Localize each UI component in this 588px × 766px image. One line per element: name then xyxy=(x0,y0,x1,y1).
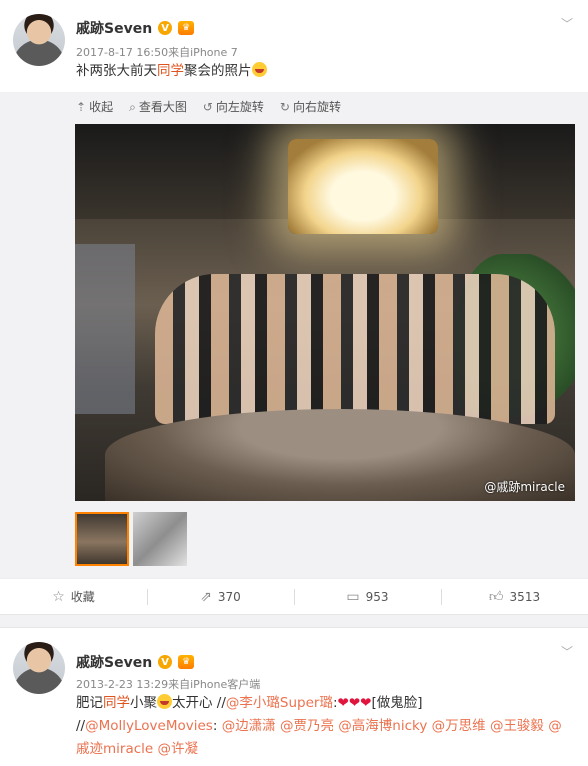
rotate-left-label: 向左旋转 xyxy=(215,100,264,114)
favorite-label: 收藏 xyxy=(70,590,95,604)
chevron-down-icon[interactable]: ﹀ xyxy=(558,642,576,660)
mention-link[interactable]: @许凝 xyxy=(158,741,199,757)
view-large-label: 查看大图 xyxy=(138,100,187,114)
post-text-part: 聚会的照片 xyxy=(184,63,252,79)
mention-link[interactable]: @边潇潇 xyxy=(222,718,276,734)
thumbnail-2[interactable] xyxy=(133,512,187,566)
rotate-left-button[interactable]: ↺ 向左旋转 xyxy=(203,98,264,115)
view-large-button[interactable]: ⌕ 查看大图 xyxy=(129,98,187,115)
mention-link[interactable]: @李小璐Super璐 xyxy=(226,695,333,711)
mention-link[interactable]: @MollyLoveMovies xyxy=(85,718,213,734)
post-text-part: 小聚 xyxy=(130,695,157,711)
repost-button[interactable]: ⇗ 370 xyxy=(147,579,294,614)
photo-watermark: @戚跡miracle xyxy=(484,480,565,494)
collapse-label: 收起 xyxy=(89,100,114,114)
rotate-right-label: 向右旋转 xyxy=(292,100,341,114)
star-icon: ☆ xyxy=(52,588,65,605)
thumbnail-strip xyxy=(75,512,187,566)
photo-window xyxy=(75,244,135,414)
weibo-post-1: 戚跡Seven V ♛ 2017-8-17 16:50来自iPhone 7 ﹀ … xyxy=(0,0,588,614)
post-text: 肥记同学小聚 太开心 //@李小璐Super璐:❤❤❤[做鬼脸] //@Molly… xyxy=(76,694,562,757)
post-text-part: // xyxy=(76,718,86,734)
laughing-emoji-icon xyxy=(251,62,267,77)
comment-button[interactable]: ▭ 953 xyxy=(294,579,441,614)
post-text-part: 太开心 // xyxy=(172,695,226,711)
zoom-icon: ⌕ xyxy=(129,100,136,114)
avatar[interactable] xyxy=(13,14,65,66)
author-name[interactable]: 戚跡Seven xyxy=(76,652,152,672)
heart-icon: ❤❤❤ xyxy=(337,695,372,711)
feed-divider xyxy=(0,614,588,628)
post-meta[interactable]: 2017-8-17 16:50来自iPhone 7 xyxy=(76,44,238,60)
repost-count: 370 xyxy=(217,589,241,604)
author-row: 戚跡Seven V ♛ xyxy=(76,652,195,672)
comment-icon: ▭ xyxy=(346,588,360,605)
member-level-icon: ♛ xyxy=(178,21,195,35)
photo-lamp xyxy=(288,139,438,234)
verified-icon: V xyxy=(158,21,173,35)
repost-icon: ⇗ xyxy=(200,588,212,605)
author-name[interactable]: 戚跡Seven xyxy=(76,18,152,38)
weibo-post-2: 戚跡Seven V ♛ 2013-2-23 13:29来自iPhone客户端 ﹀… xyxy=(0,628,588,766)
media-toolbar: ⇡ 收起 ⌕ 查看大图 ↺ 向左旋转 ↻ 向右旋转 xyxy=(76,98,341,115)
media-panel: ⇡ 收起 ⌕ 查看大图 ↺ 向左旋转 ↻ 向右旋转 @戚跡miracle xyxy=(0,92,588,578)
post-text-part: [做鬼脸] xyxy=(371,695,423,711)
post-text-part: 肥记 xyxy=(76,695,103,711)
avatar[interactable] xyxy=(13,642,65,694)
mention-link[interactable]: @万思维 xyxy=(432,718,486,734)
comment-count: 953 xyxy=(365,589,389,604)
rotate-left-icon: ↺ xyxy=(202,100,213,114)
thumbnail-1[interactable] xyxy=(75,512,129,566)
author-row: 戚跡Seven V ♛ xyxy=(76,18,195,38)
mention-link[interactable]: @贾乃亮 xyxy=(280,718,334,734)
chevron-down-icon[interactable]: ﹀ xyxy=(558,14,576,32)
rotate-right-button[interactable]: ↻ 向右旋转 xyxy=(280,98,341,115)
post-text-highlight: 同学 xyxy=(103,695,130,711)
like-button[interactable]: 👍︎ 3513 xyxy=(441,579,588,614)
arrow-up-icon: ⇡ xyxy=(76,100,87,114)
post-text: 补两张大前天同学聚会的照片 xyxy=(76,60,568,83)
photo-people xyxy=(155,274,555,424)
verified-icon: V xyxy=(158,655,173,669)
member-level-icon: ♛ xyxy=(178,655,195,669)
heart-eyes-emoji-icon xyxy=(157,694,172,709)
post-text-highlight: 同学 xyxy=(157,63,184,79)
mention-link[interactable]: @王骏毅 xyxy=(490,718,544,734)
main-photo[interactable]: @戚跡miracle xyxy=(75,124,575,501)
rotate-right-icon: ↻ xyxy=(279,100,290,114)
like-count: 3513 xyxy=(509,589,541,604)
like-icon: 👍︎ xyxy=(488,589,504,605)
collapse-button[interactable]: ⇡ 收起 xyxy=(76,98,113,115)
action-bar: ☆ 收藏 ⇗ 370 ▭ 953 👍︎ 3513 xyxy=(0,578,588,614)
favorite-button[interactable]: ☆ 收藏 xyxy=(0,579,147,614)
post-text-part: 补两张大前天 xyxy=(76,63,157,79)
post-meta[interactable]: 2013-2-23 13:29来自iPhone客户端 xyxy=(76,676,260,692)
mention-link[interactable]: @高海博nicky xyxy=(338,718,427,734)
